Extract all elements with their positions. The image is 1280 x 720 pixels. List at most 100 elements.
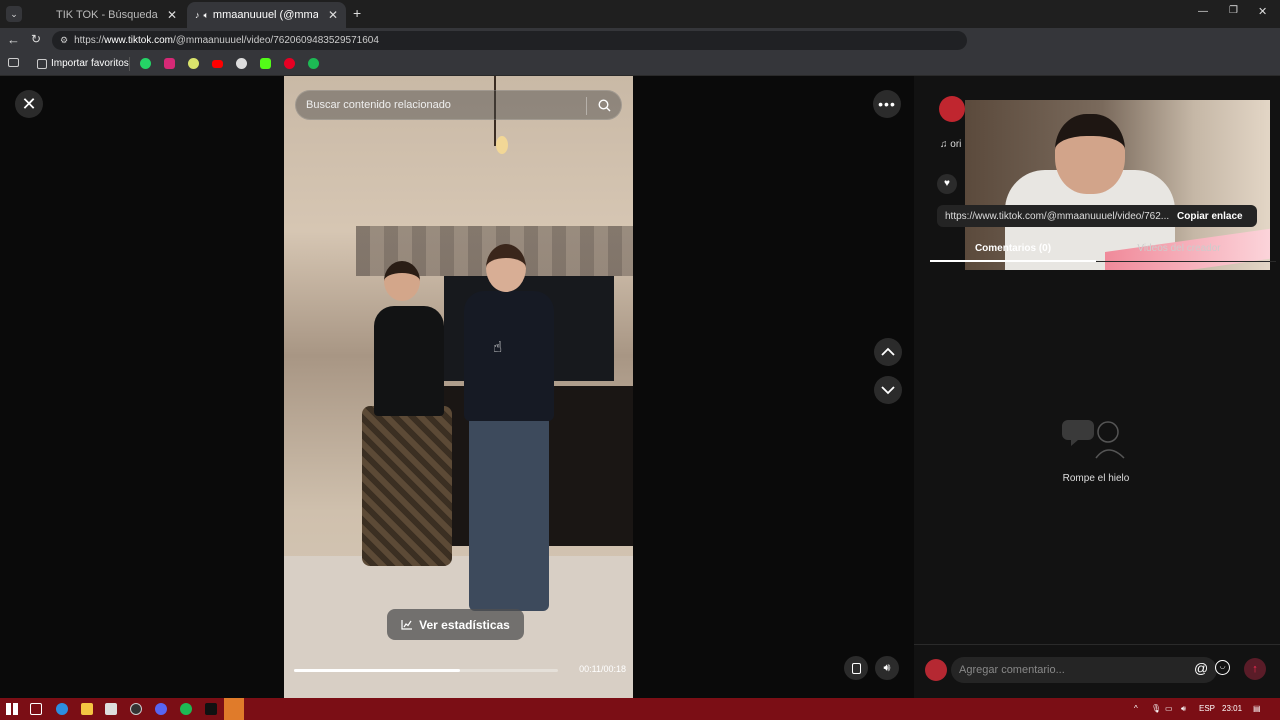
tab-search-dropdown-icon[interactable]: ⌄: [6, 6, 22, 22]
instagram-icon[interactable]: [164, 58, 175, 69]
edge-icon[interactable]: [56, 703, 68, 715]
video-frame-detail: [374, 306, 444, 416]
url-prefix: https://: [74, 35, 105, 46]
video-frame-detail: [486, 244, 526, 292]
video-frame-detail: [362, 406, 452, 566]
apps-icon[interactable]: [8, 58, 19, 67]
obs-icon[interactable]: [130, 703, 142, 715]
chevron-down-icon: [881, 386, 895, 395]
network-icon[interactable]: ▭: [1165, 704, 1173, 713]
import-bookmarks-label: Importar favoritos: [51, 58, 129, 69]
kick-icon[interactable]: [260, 58, 271, 69]
tab-comments-label: Comentarios (0): [974, 243, 1052, 254]
site-info-icon[interactable]: ⚙︎: [60, 35, 68, 46]
comment-placeholder: Agregar comentario...: [959, 664, 1065, 676]
start-icon[interactable]: [6, 703, 18, 715]
video-frame-detail: [464, 291, 554, 421]
chat-bubbles-icon: [1062, 420, 1125, 459]
speaker-icon[interactable]: 🔈︎: [204, 10, 209, 21]
window-close-icon[interactable]: ✕: [1258, 5, 1267, 18]
emoji-icon[interactable]: ◡: [1215, 660, 1230, 675]
search-placeholder: Buscar contenido relacionado: [306, 99, 451, 111]
url-domain: www.tiktok.com: [104, 35, 173, 46]
copy-link-button[interactable]: Copiar enlace: [1171, 211, 1243, 222]
video-frame-detail: [469, 416, 549, 611]
share-link-url[interactable]: https://www.tiktok.com/@mmaanuuuel/video…: [937, 211, 1171, 222]
tab-creator-videos[interactable]: Videos del creador: [1096, 243, 1262, 254]
related-search-input[interactable]: Buscar contenido relacionado: [295, 90, 622, 120]
video-progress-bar[interactable]: [294, 669, 558, 672]
panel-tabs: Comentarios (0) Videos del creador: [930, 236, 1276, 262]
close-tab-icon[interactable]: ✕: [328, 8, 338, 22]
mouse-cursor-icon: ☝︎: [493, 339, 503, 356]
tiktok-app-icon[interactable]: [205, 703, 217, 715]
microphone-icon[interactable]: 🎙︎: [1151, 704, 1161, 713]
tab-comments[interactable]: Comentarios (0): [930, 243, 1096, 254]
tab-title: mmaanuuuel (@mmaanuuue: [212, 9, 318, 21]
whatsapp-icon[interactable]: [140, 58, 151, 69]
tab-tiktok-search[interactable]: TIK TOK - Búsqueda ✕: [30, 2, 185, 28]
video-frame-detail: [384, 261, 420, 301]
pinterest-icon[interactable]: [284, 58, 295, 69]
close-tab-icon[interactable]: ✕: [167, 8, 177, 22]
import-icon: [37, 58, 47, 69]
video-detail-page: ✕ Buscar contenido relacionado ☝︎ Ver es…: [0, 76, 1280, 698]
webcam-frame-detail: [1055, 114, 1125, 194]
clock[interactable]: 23:01: [1222, 704, 1242, 713]
tab-current-video[interactable]: ♪ 🔈︎ mmaanuuuel (@mmaanuuue ✕: [187, 2, 346, 28]
video-frame-detail: [496, 136, 508, 154]
spotify-taskbar-icon[interactable]: [180, 703, 192, 715]
window-restore-icon[interactable]: ❐: [1229, 5, 1238, 16]
empty-comments-text: Rompe el hielo: [1062, 473, 1130, 484]
back-icon[interactable]: ←: [7, 32, 20, 47]
new-tab-button[interactable]: +: [353, 5, 361, 21]
spotify-icon[interactable]: [308, 58, 319, 69]
tab-title: TIK TOK - Búsqueda: [56, 9, 158, 21]
address-toolbar: ← ↻ ⚙︎ https://www.tiktok.com/@mmaanuuue…: [0, 28, 1280, 52]
url-input[interactable]: ⚙︎ https://www.tiktok.com/@mmaanuuuel/vi…: [52, 31, 967, 50]
youtube-icon[interactable]: [212, 60, 223, 68]
chatgpt-icon[interactable]: [236, 58, 247, 69]
music-info[interactable]: ♫ ori: [940, 139, 961, 150]
view-stats-button[interactable]: Ver estadísticas: [387, 609, 524, 640]
store-icon[interactable]: [105, 703, 117, 715]
search-icon[interactable]: [598, 99, 611, 112]
chrome-icon[interactable]: [224, 698, 244, 720]
import-bookmarks-link[interactable]: Importar favoritos: [37, 58, 129, 69]
video-player[interactable]: [284, 76, 633, 698]
bookmarks-bar: Importar favoritos: [0, 52, 1280, 76]
bookmark-icon[interactable]: [188, 58, 199, 69]
windows-taskbar: ^ 🎙︎ ▭ 🔊︎ ESP 23:01 ▤: [0, 698, 1280, 720]
reload-icon[interactable]: ↻: [31, 32, 41, 46]
url-path: /@mmaanuuuel/video/7620609483529571604: [173, 35, 379, 46]
file-explorer-icon[interactable]: [81, 703, 93, 715]
creator-avatar[interactable]: [939, 96, 965, 122]
next-video-button[interactable]: [874, 376, 902, 404]
like-button[interactable]: ♥: [937, 174, 957, 194]
browser-tab-strip: ⌄ TIK TOK - Búsqueda ✕ ♪ 🔈︎ mmaanuuuel (…: [0, 0, 1280, 28]
comment-input[interactable]: Agregar comentario...: [951, 657, 1217, 683]
video-time: 00:11/00:18: [579, 664, 626, 674]
video-progress-fill: [294, 669, 461, 672]
music-label: ori: [950, 139, 962, 150]
share-link-box: https://www.tiktok.com/@mmaanuuuel/video…: [937, 205, 1257, 227]
more-options-button[interactable]: •••: [873, 90, 901, 118]
chart-line-icon: [401, 620, 413, 630]
close-video-button[interactable]: ✕: [15, 90, 43, 118]
volume-icon: 🔊︎: [883, 661, 891, 674]
view-stats-label: Ver estadísticas: [419, 617, 510, 632]
discord-icon[interactable]: [155, 703, 167, 715]
language-indicator[interactable]: ESP: [1199, 704, 1215, 713]
send-comment-button[interactable]: ↑: [1244, 658, 1266, 680]
window-minimize-icon[interactable]: —: [1198, 6, 1208, 17]
arrow-up-icon: ↑: [1252, 663, 1258, 675]
picture-in-picture-button[interactable]: [844, 656, 868, 680]
volume-button[interactable]: 🔊︎: [875, 656, 899, 680]
tray-arrow-icon[interactable]: ^: [1134, 704, 1138, 713]
previous-video-button[interactable]: [874, 338, 902, 366]
notifications-icon[interactable]: ▤: [1253, 704, 1261, 713]
tiktok-favicon-icon: ♪: [195, 10, 200, 20]
mention-icon[interactable]: @: [1194, 660, 1208, 676]
tray-volume-icon[interactable]: 🔊︎: [1181, 704, 1186, 714]
task-view-icon[interactable]: [30, 703, 42, 715]
